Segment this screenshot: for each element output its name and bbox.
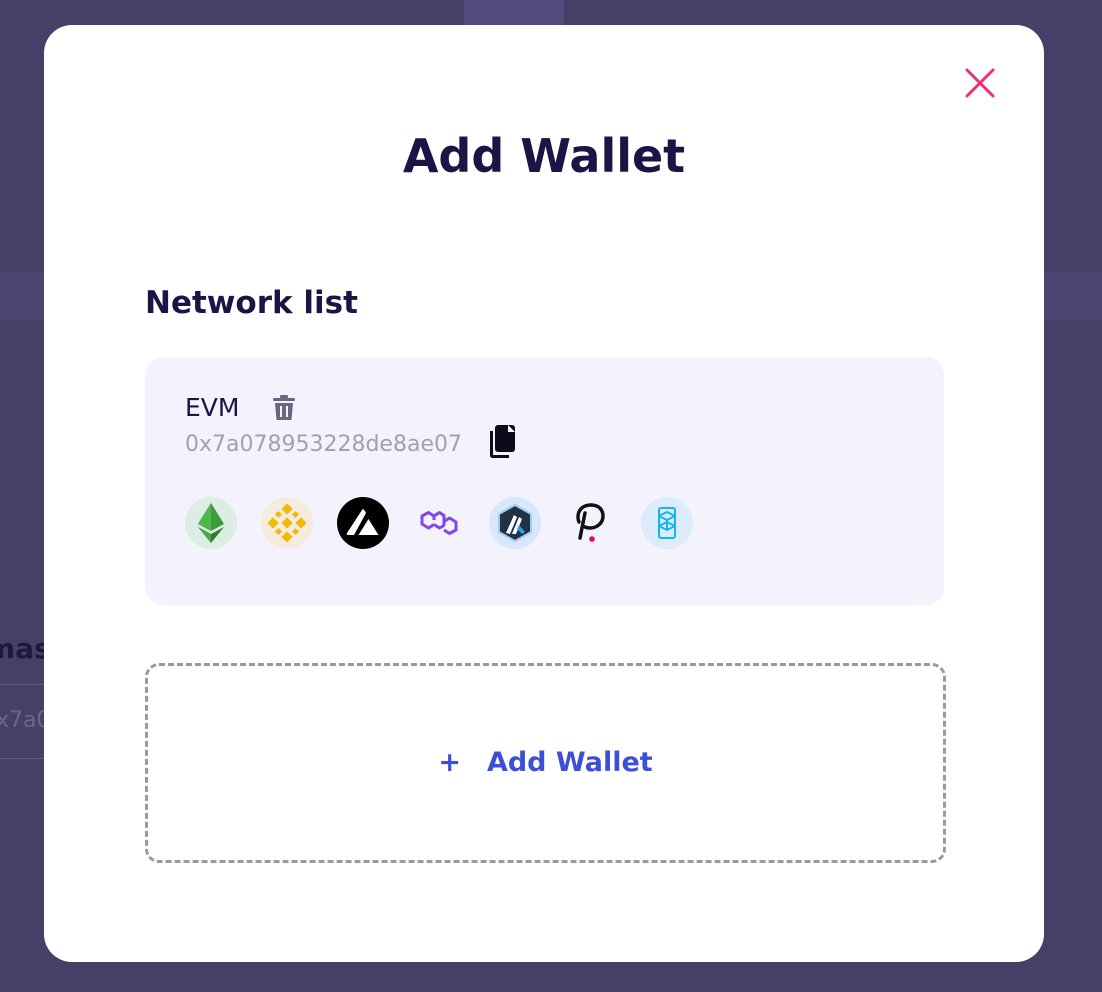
fantom-icon — [658, 507, 676, 539]
delete-network-button[interactable] — [271, 393, 297, 423]
copy-address-button[interactable] — [485, 423, 519, 461]
arbitrum-icon — [498, 503, 532, 543]
close-button[interactable] — [962, 65, 998, 101]
trash-icon — [273, 395, 295, 420]
background-divider — [0, 758, 44, 759]
chain-ethereum[interactable] — [185, 497, 237, 549]
chain-fantom[interactable] — [641, 497, 693, 549]
bnb-icon — [268, 504, 306, 542]
polkadot-icon — [576, 503, 605, 542]
modal-title: Add Wallet — [402, 129, 686, 183]
add-wallet-button[interactable]: + Add Wallet — [145, 663, 946, 863]
background-divider — [0, 684, 44, 685]
add-wallet-label: Add Wallet — [486, 747, 653, 778]
add-wallet-label-wrapper: + Add Wallet — [148, 744, 943, 782]
chain-polkadot[interactable] — [565, 497, 617, 549]
chain-bnb[interactable] — [261, 497, 313, 549]
avalanche-icon — [346, 509, 379, 535]
chain-avalanche[interactable] — [337, 497, 389, 549]
plus-icon: + — [438, 747, 461, 778]
ethereum-icon — [198, 503, 224, 543]
wallet-address: 0x7a078953228de8ae07 — [185, 432, 462, 457]
chain-polygon[interactable] — [413, 497, 465, 549]
background-address: x7a0 — [0, 708, 51, 733]
network-list-heading: Network list — [145, 285, 358, 321]
add-wallet-modal: Add Wallet Network list EVM 0x7a07895322… — [44, 25, 1044, 962]
network-card: EVM 0x7a078953228de8ae07 — [145, 357, 944, 605]
polygon-icon — [420, 511, 458, 535]
close-icon — [965, 68, 995, 98]
chain-arbitrum[interactable] — [489, 497, 541, 549]
copy-icon — [490, 425, 515, 458]
network-name: EVM — [185, 393, 240, 422]
